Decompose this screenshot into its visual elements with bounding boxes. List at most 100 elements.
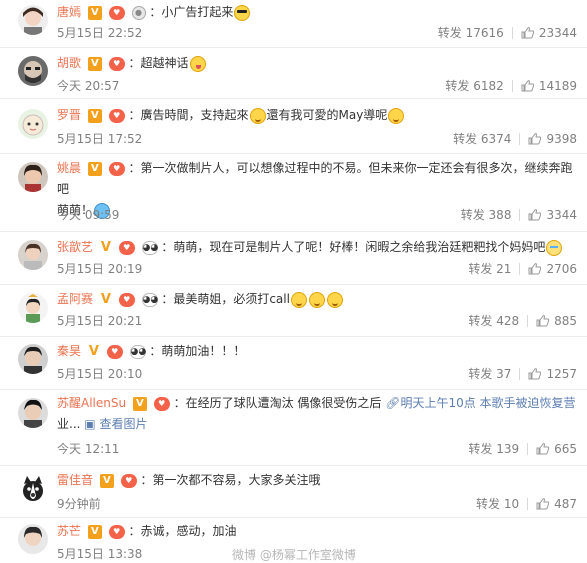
like-count: 487 [554, 497, 577, 511]
repost-button[interactable]: 转发 6374 [453, 131, 511, 147]
comment-item: 胡歌 V ♥ ：超越神话 今天 20:57 转发 6182 14189 [0, 48, 587, 99]
avatar[interactable] [18, 524, 48, 554]
repost-button[interactable]: 转发 6182 [445, 78, 503, 94]
verified-icon: V [88, 343, 99, 359]
comment-text: ：小广告打起来 [149, 5, 234, 19]
avatar[interactable] [18, 109, 48, 139]
comment-username[interactable]: 张歆艺 [57, 240, 93, 254]
like-icon[interactable] [536, 443, 550, 455]
comment-link[interactable]: 明天上午10点 本歌手被迫恢复营 [400, 396, 575, 410]
comment-item: 苏醒AllenSu V ♥ ：在经历了球队遭淘汰 偶像很受伤之后 🔗︎明天上午1… [0, 390, 587, 466]
avatar[interactable] [18, 240, 48, 270]
panda-icon: ◕◕ [141, 292, 159, 307]
like-count: 2706 [546, 262, 577, 276]
avatar[interactable] [18, 398, 48, 428]
comment-list: 唐嫣 V ♥ ● ：小广告打起来 5月15日 22:52 转发 17616 23… [0, 0, 587, 562]
divider [527, 315, 529, 327]
comment-text: ：超越神话 [128, 56, 189, 70]
comment-username[interactable]: 秦昊 [57, 344, 81, 358]
comment-text: ：第一次做制片人，可以想像过程中的不易。但未来你一定还会有很多次，继续奔跑吧 [57, 161, 573, 196]
verified-icon: V [132, 396, 147, 411]
comment-text-continued: 业... [57, 417, 81, 431]
comment-item: 张歆艺 V ♥ ◕◕ ：萌萌，现在可是制片人了呢！好棒！闲暇之余给我治廷粑粑找个… [0, 232, 587, 285]
like-count: 665 [554, 442, 577, 456]
vip-level-icon: ♥ [108, 5, 125, 20]
divider [519, 368, 521, 380]
avatar[interactable] [18, 5, 48, 35]
comment-username[interactable]: 罗晋 [57, 108, 81, 122]
comment-text: ：萌萌加油！！！ [149, 344, 246, 358]
comment-item: 姚晨 V ♥ ：第一次做制片人，可以想像过程中的不易。但未来你一定还会有很多次，… [0, 154, 587, 232]
comment-username[interactable]: 胡歌 [57, 56, 81, 70]
link-icon: 🔗︎ [385, 396, 401, 410]
divider [519, 209, 521, 221]
like-count: 14189 [538, 79, 577, 93]
comment-time: 5月15日 20:10 [57, 367, 143, 381]
comment-username[interactable]: 唐嫣 [57, 5, 81, 19]
verified-icon: V [87, 524, 102, 539]
comment-item: 孟阿赛 V ♥ ◕◕ ：最美萌姐，必须打call 5月15日 20:21 转发 … [0, 285, 587, 337]
repost-button[interactable]: 转发 139 [468, 441, 519, 457]
tongue-emoji-icon [189, 55, 206, 72]
like-icon[interactable] [536, 315, 550, 327]
divider [519, 263, 521, 275]
comment-text: ：最美萌姐，必须打call [161, 292, 290, 306]
laugh-cry-emoji-icon [546, 239, 563, 256]
avatar[interactable] [18, 162, 48, 192]
comment-item: 雷佳音 V ♥ ：第一次都不容易，大家多关注哦 9分钟前 转发 10 487 [0, 466, 587, 518]
repost-button[interactable]: 转发 37 [468, 366, 511, 382]
like-count: 23344 [538, 26, 577, 40]
smile-emoji-icon [249, 107, 266, 124]
like-count: 9398 [546, 132, 577, 146]
verified-icon: V [87, 108, 102, 123]
like-icon[interactable] [528, 263, 542, 275]
comment-username[interactable]: 雷佳音 [57, 473, 93, 487]
like-count: 3344 [546, 208, 577, 222]
like-count: 885 [554, 314, 577, 328]
like-count: 1257 [546, 367, 577, 381]
vip-level-icon: ♥ [108, 108, 125, 123]
repost-button[interactable]: 转发 388 [461, 207, 512, 223]
avatar[interactable] [18, 474, 48, 504]
watermark: 微博 @杨幂工作室微博 [232, 548, 356, 562]
comment-item: 唐嫣 V ♥ ● ：小广告打起来 5月15日 22:52 转发 17616 23… [0, 0, 587, 48]
repost-button[interactable]: 转发 21 [468, 261, 511, 277]
verified-icon: V [87, 5, 102, 20]
comment-time: 今天 12:11 [57, 442, 120, 456]
cool-emoji-icon [234, 4, 251, 21]
divider [519, 133, 521, 145]
like-icon[interactable] [528, 133, 542, 145]
verified-icon: V [100, 239, 111, 255]
vip-level-icon: ♥ [108, 56, 125, 71]
like-icon[interactable] [521, 80, 534, 92]
verified-icon: V [100, 291, 111, 307]
like-icon[interactable] [536, 498, 550, 510]
repost-button[interactable]: 转发 428 [468, 313, 519, 329]
panda-icon: ◕◕ [141, 240, 159, 255]
repost-button[interactable]: 转发 10 [476, 496, 519, 512]
view-image-link[interactable]: 查看图片 [99, 417, 147, 431]
comment-item: 秦昊 V ♥ ◕◕ ：萌萌加油！！！ 5月15日 20:10 转发 37 125… [0, 337, 587, 390]
like-icon[interactable] [521, 27, 534, 39]
smile-emoji-icon [326, 291, 343, 308]
comment-username[interactable]: 孟阿赛 [57, 292, 93, 306]
avatar[interactable] [18, 293, 48, 323]
comment-time: 今天 09:59 [57, 208, 120, 222]
divider [511, 27, 513, 39]
divider [527, 443, 529, 455]
panda-icon: ◕◕ [129, 344, 147, 359]
comment-username[interactable]: 姚晨 [57, 161, 81, 175]
vip-level-icon: ♥ [106, 344, 123, 359]
avatar[interactable] [18, 56, 48, 86]
comment-text: ：第一次都不容易，大家多关注哦 [140, 473, 321, 487]
like-icon[interactable] [528, 368, 542, 380]
comment-username[interactable]: 苏醒AllenSu [57, 396, 126, 410]
smile-emoji-icon [308, 291, 325, 308]
comment-time: 今天 20:57 [57, 79, 120, 93]
repost-button[interactable]: 转发 17616 [438, 25, 504, 41]
vip-level-icon: ♥ [108, 161, 125, 176]
like-icon[interactable] [528, 209, 542, 221]
comment-username[interactable]: 苏芒 [57, 524, 81, 538]
avatar[interactable] [18, 344, 48, 374]
smile-emoji-icon [388, 107, 405, 124]
